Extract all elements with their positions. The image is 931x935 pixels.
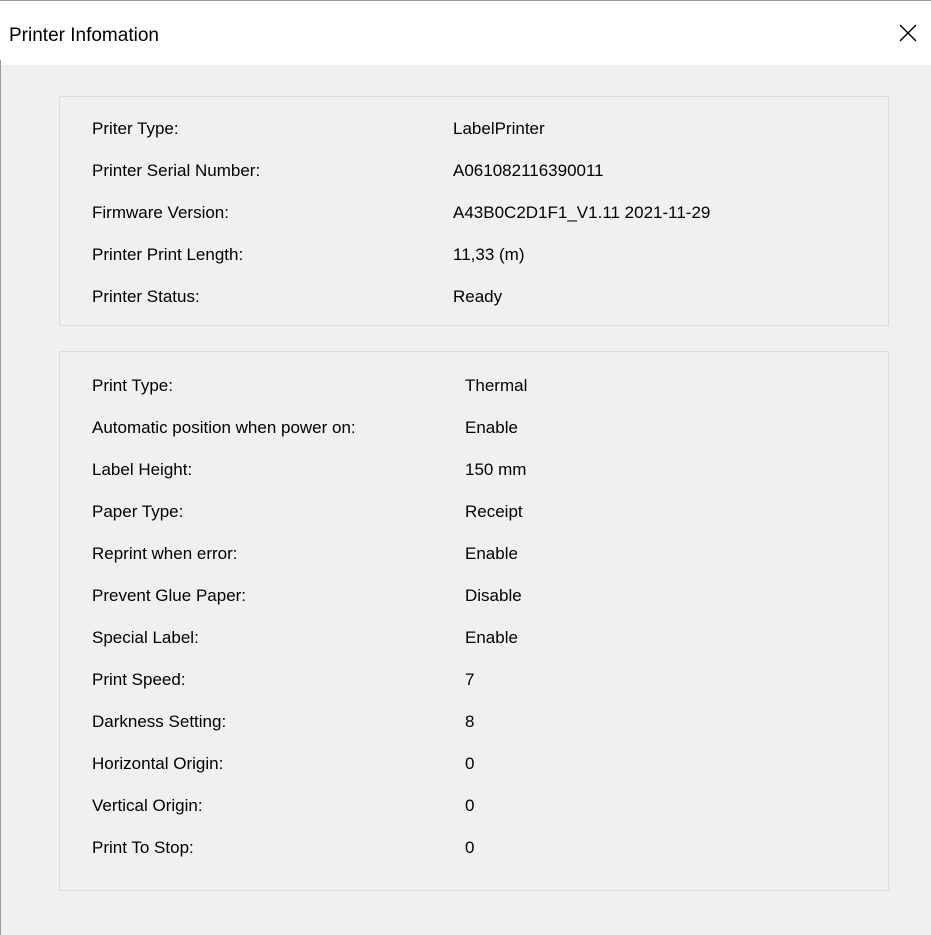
info-row-firmware-version: Firmware Version: A43B0C2D1F1_V1.11 2021…: [60, 203, 888, 229]
setting-row-auto-position: Automatic position when power on: Enable: [60, 418, 888, 444]
close-button[interactable]: [885, 1, 931, 65]
info-label: Printer Print Length:: [92, 245, 244, 264]
setting-value: Thermal: [465, 376, 528, 395]
setting-label: Special Label:: [92, 628, 199, 647]
info-row-print-length: Printer Print Length: 11,33 (m): [60, 245, 888, 271]
setting-label: Print To Stop:: [92, 838, 194, 857]
setting-label: Automatic position when power on:: [92, 418, 356, 437]
setting-row-vertical-origin: Vertical Origin: 0: [60, 796, 888, 822]
setting-value: Enable: [465, 544, 518, 563]
setting-row-print-to-stop: Print To Stop: 0: [60, 838, 888, 864]
setting-row-darkness-setting: Darkness Setting: 8: [60, 712, 888, 738]
setting-label: Print Speed:: [92, 670, 186, 689]
info-value: 11,33 (m): [453, 245, 525, 264]
setting-value: Enable: [465, 418, 518, 437]
setting-value: Receipt: [465, 502, 523, 521]
setting-value: Enable: [465, 628, 518, 647]
window-left-border: [0, 60, 1, 935]
info-row-printer-status: Printer Status: Ready: [60, 287, 888, 313]
info-value: LabelPrinter: [453, 119, 545, 138]
setting-label: Horizontal Origin:: [92, 754, 224, 773]
setting-row-print-speed: Print Speed: 7: [60, 670, 888, 696]
info-row-printer-type: Priter Type: LabelPrinter: [60, 119, 888, 145]
setting-value: 150 mm: [465, 460, 527, 479]
setting-value: 0: [465, 754, 475, 773]
printer-info-group: Priter Type: LabelPrinter Printer Serial…: [59, 96, 889, 326]
info-label: Printer Status:: [92, 287, 200, 306]
info-row-serial-number: Printer Serial Number: A061082116390011: [60, 161, 888, 187]
setting-label: Reprint when error:: [92, 544, 238, 563]
info-value: A061082116390011: [453, 161, 604, 180]
setting-row-reprint-when-error: Reprint when error: Enable: [60, 544, 888, 570]
setting-row-horizontal-origin: Horizontal Origin: 0: [60, 754, 888, 780]
setting-label: Darkness Setting:: [92, 712, 227, 731]
printer-info-dialog: Printer Infomation Priter Type: LabelPri…: [0, 0, 931, 935]
close-icon: [899, 24, 917, 42]
printer-settings-group: Print Type: Thermal Automatic position w…: [59, 351, 889, 891]
info-value: A43B0C2D1F1_V1.11 2021-11-29: [453, 203, 711, 222]
info-label: Priter Type:: [92, 119, 179, 138]
setting-row-print-type: Print Type: Thermal: [60, 376, 888, 402]
setting-value: 8: [465, 712, 475, 731]
setting-label: Print Type:: [92, 376, 173, 395]
setting-row-prevent-glue-paper: Prevent Glue Paper: Disable: [60, 586, 888, 612]
setting-label: Prevent Glue Paper:: [92, 586, 247, 605]
info-label: Printer Serial Number:: [92, 161, 261, 180]
setting-label: Label Height:: [92, 460, 193, 479]
setting-value: 7: [465, 670, 475, 689]
setting-label: Paper Type:: [92, 502, 184, 521]
setting-value: 0: [465, 838, 475, 857]
setting-row-special-label: Special Label: Enable: [60, 628, 888, 654]
setting-label: Vertical Origin:: [92, 796, 203, 815]
title-bar[interactable]: Printer Infomation: [0, 1, 931, 65]
setting-value: Disable: [465, 586, 522, 605]
setting-value: 0: [465, 796, 475, 815]
info-label: Firmware Version:: [92, 203, 229, 222]
info-value: Ready: [453, 287, 503, 306]
setting-row-paper-type: Paper Type: Receipt: [60, 502, 888, 528]
window-title: Printer Infomation: [9, 25, 159, 46]
setting-row-label-height: Label Height: 150 mm: [60, 460, 888, 486]
